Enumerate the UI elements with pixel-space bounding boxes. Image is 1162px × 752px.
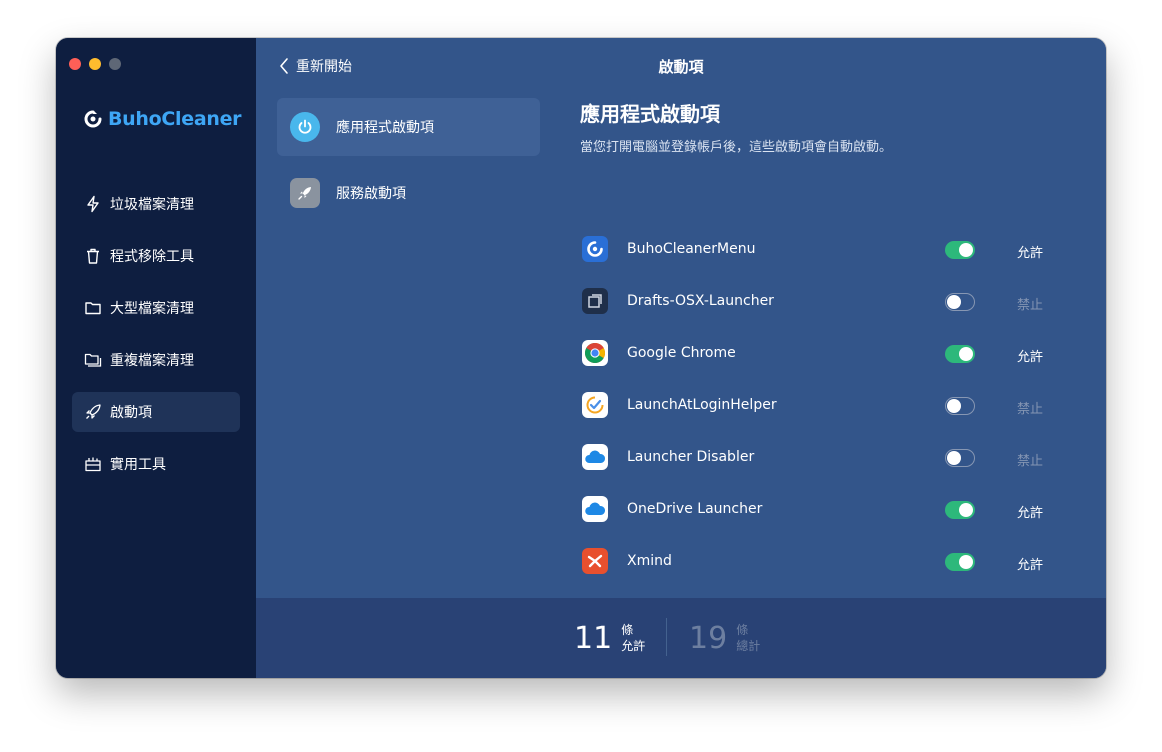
close-window-button[interactable] <box>69 58 81 70</box>
folder-icon <box>85 302 101 315</box>
app-name: Drafts-OSX-Launcher <box>627 293 774 309</box>
sidebar-nav: 垃圾檔案清理 程式移除工具 大型檔案清理 重複檔案清理 啟動項 實用工具 <box>72 184 240 496</box>
allowed-label: 允許 <box>621 639 646 653</box>
app-name: BuhoCleanerMenu <box>627 241 756 257</box>
window-controls <box>69 58 121 70</box>
app-name: LaunchAtLoginHelper <box>627 397 777 413</box>
app-logo: BuhoCleaner <box>84 108 242 130</box>
sidebar-item-toolkit[interactable]: 實用工具 <box>72 444 240 484</box>
status-label: 禁止 <box>1017 402 1044 417</box>
category-service-startup[interactable]: 服務啟動項 <box>277 164 540 222</box>
power-icon <box>290 112 320 142</box>
list-item: Xmind 允許 <box>582 536 1062 588</box>
rocket-icon <box>290 178 320 208</box>
summary-footer: 11 條 允許 19 條 總計 <box>256 598 1106 678</box>
status-label: 允許 <box>1017 558 1044 573</box>
sidebar-item-duplicate-files[interactable]: 重複檔案清理 <box>72 340 240 380</box>
app-name: Launcher Disabler <box>627 449 755 465</box>
app-name: Google Chrome <box>627 345 736 361</box>
list-item: Drafts-OSX-Launcher 禁止 <box>582 276 1062 328</box>
allowed-caption: 條 允許 <box>621 622 645 654</box>
total-summary: 19 條 總計 <box>689 598 760 678</box>
toolbox-icon <box>85 457 101 472</box>
startup-toggle[interactable] <box>945 241 975 259</box>
status-label: 允許 <box>1017 246 1044 261</box>
sidebar-item-label: 大型檔案清理 <box>110 301 194 317</box>
startup-toggle[interactable] <box>945 293 975 311</box>
category-label: 服務啟動項 <box>336 186 406 202</box>
toggle-knob <box>959 347 973 361</box>
main-content: 重新開始 啟動項 應用程式啟動項 服務啟動項 應用程式啟動項 當您打開電腦並登錄… <box>256 38 1106 678</box>
startup-toggle[interactable] <box>945 449 975 467</box>
xmind-icon <box>582 548 608 574</box>
total-unit: 條 <box>736 623 749 637</box>
status-label: 禁止 <box>1017 454 1044 469</box>
startup-toggle[interactable] <box>945 345 975 363</box>
duplicate-folder-icon <box>84 353 102 367</box>
allowed-count: 11 <box>574 620 613 656</box>
startup-toggle[interactable] <box>945 553 975 571</box>
app-name: OneDrive Launcher <box>627 501 763 517</box>
trash-icon <box>87 248 99 264</box>
sidebar: BuhoCleaner 垃圾檔案清理 程式移除工具 大型檔案清理 重複檔案清理 … <box>56 38 256 678</box>
toggle-knob <box>959 243 973 257</box>
sidebar-item-startup[interactable]: 啟動項 <box>72 392 240 432</box>
allowed-unit: 條 <box>621 623 634 637</box>
section-description: 當您打開電腦並登錄帳戶後，這些啟動項會自動啟動。 <box>580 140 893 155</box>
toggle-knob <box>947 451 961 465</box>
startup-app-list: BuhoCleanerMenu 允許 Drafts-OSX-Launcher 禁… <box>582 224 1062 588</box>
chrome-icon <box>582 340 608 366</box>
toggle-knob <box>959 503 973 517</box>
total-count: 19 <box>689 620 728 656</box>
status-label: 允許 <box>1017 506 1044 521</box>
toggle-knob <box>959 555 973 569</box>
list-item: Launcher Disabler 禁止 <box>582 432 1062 484</box>
toggle-knob <box>947 399 961 413</box>
minimize-window-button[interactable] <box>89 58 101 70</box>
category-app-startup[interactable]: 應用程式啟動項 <box>277 98 540 156</box>
total-caption: 條 總計 <box>736 622 760 654</box>
sidebar-item-large-files[interactable]: 大型檔案清理 <box>72 288 240 328</box>
sidebar-item-label: 啟動項 <box>110 405 152 421</box>
allowed-summary: 11 條 允許 <box>574 598 645 678</box>
cloud-icon <box>582 444 608 470</box>
list-item: OneDrive Launcher 允許 <box>582 484 1062 536</box>
startup-toggle[interactable] <box>945 397 975 415</box>
list-item: BuhoCleanerMenu 允許 <box>582 224 1062 276</box>
section-title: 應用程式啟動項 <box>580 102 720 126</box>
sidebar-item-uninstaller[interactable]: 程式移除工具 <box>72 236 240 276</box>
app-name: Xmind <box>627 553 672 569</box>
drafts-icon <box>582 288 608 314</box>
sidebar-item-junk-cleanup[interactable]: 垃圾檔案清理 <box>72 184 240 224</box>
total-label: 總計 <box>736 639 761 653</box>
list-item: Google Chrome 允許 <box>582 328 1062 380</box>
list-item: LaunchAtLoginHelper 禁止 <box>582 380 1062 432</box>
lightning-icon <box>87 195 99 213</box>
sidebar-item-label: 重複檔案清理 <box>110 353 194 369</box>
onedrive-icon <box>582 496 608 522</box>
page-title: 啟動項 <box>658 58 704 76</box>
logo-text: BuhoCleaner <box>108 108 242 130</box>
toggle-knob <box>947 295 961 309</box>
sidebar-item-label: 程式移除工具 <box>110 249 194 265</box>
rocket-icon <box>86 404 101 419</box>
zoom-window-button[interactable] <box>109 58 121 70</box>
sidebar-item-label: 垃圾檔案清理 <box>110 197 194 213</box>
buhocleaner-logo-icon <box>84 110 102 128</box>
category-list: 應用程式啟動項 服務啟動項 <box>277 98 540 230</box>
buhocleaner-icon <box>582 236 608 262</box>
sidebar-item-label: 實用工具 <box>110 457 166 473</box>
top-bar: 重新開始 啟動項 <box>256 38 1106 94</box>
app-window: BuhoCleaner 垃圾檔案清理 程式移除工具 大型檔案清理 重複檔案清理 … <box>56 38 1106 678</box>
category-label: 應用程式啟動項 <box>336 120 434 136</box>
startup-toggle[interactable] <box>945 501 975 519</box>
footer-divider <box>666 618 667 656</box>
status-label: 禁止 <box>1017 298 1044 313</box>
check-clock-icon <box>582 392 608 418</box>
status-label: 允許 <box>1017 350 1044 365</box>
